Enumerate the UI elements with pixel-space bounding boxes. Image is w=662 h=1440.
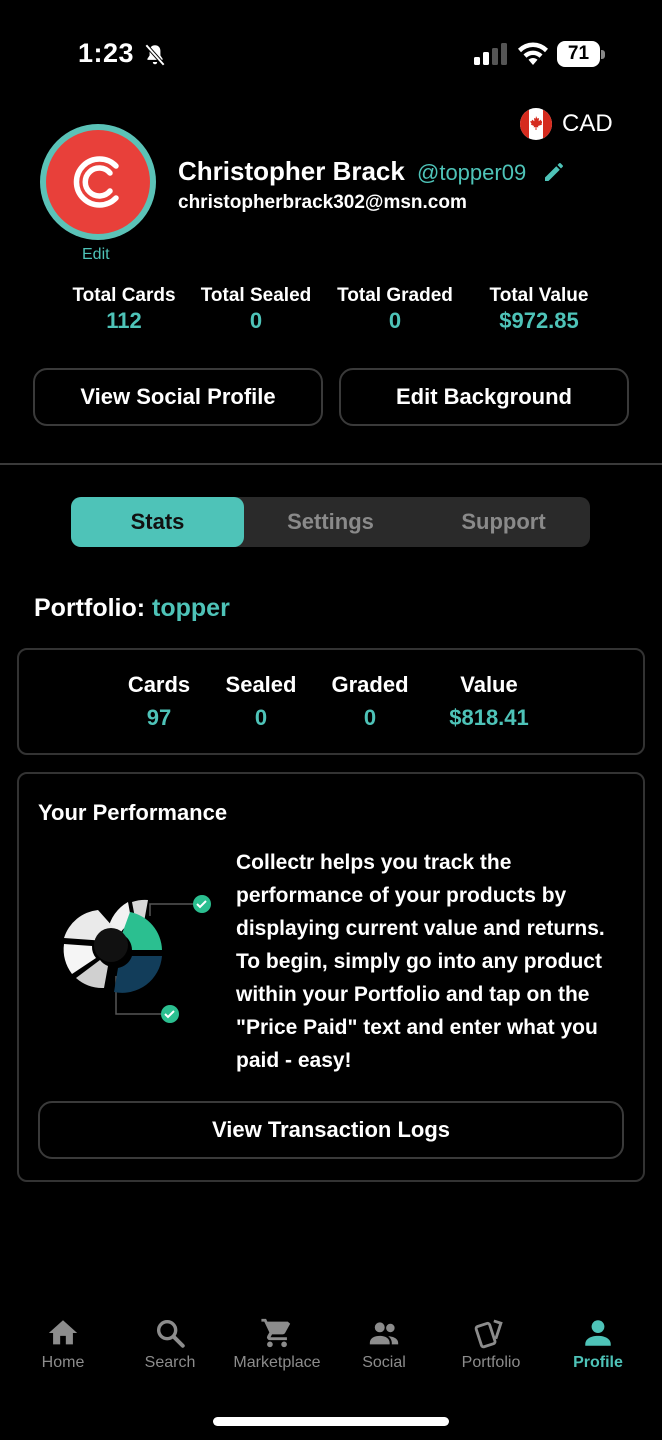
cart-icon — [261, 1318, 291, 1348]
stat-value: $818.41 — [449, 705, 529, 730]
bell-muted-icon — [144, 43, 166, 67]
profile-tabs: Stats Settings Support — [71, 497, 590, 547]
total-cards: Total Cards 112 — [72, 285, 176, 334]
stat-label: Total Cards — [72, 285, 176, 306]
portfolio-sealed: Sealed 0 — [220, 672, 302, 731]
cellular-signal-icon — [474, 43, 507, 65]
stat-value: 0 — [249, 308, 263, 333]
portfolio-name[interactable]: topper — [152, 594, 230, 622]
portfolio-title: Portfolio: topper — [34, 594, 230, 623]
battery-icon: 71 — [557, 41, 605, 67]
portfolio-title-prefix: Portfolio: — [34, 594, 146, 622]
performance-description: Collectr helps you track the performance… — [236, 851, 605, 1072]
portfolio-graded: Graded 0 — [324, 672, 416, 731]
performance-title: Your Performance — [38, 800, 228, 825]
stat-label: Total Sealed — [200, 285, 312, 306]
bottom-nav: Home Search Marketplace Social Portfolio… — [0, 1310, 662, 1390]
stat-label: Total Value — [489, 285, 589, 306]
nav-search[interactable]: Search — [115, 1310, 225, 1372]
portfolio-value: Value $818.41 — [436, 672, 542, 731]
profile-email: christopherbrack302@msn.com — [178, 192, 467, 213]
total-value: Total Value $972.85 — [486, 285, 592, 334]
tab-stats[interactable]: Stats — [71, 497, 244, 547]
stat-value: 0 — [254, 705, 268, 730]
nav-label: Profile — [573, 1354, 623, 1371]
person-icon — [585, 1320, 611, 1346]
performance-donut-icon — [63, 895, 211, 1023]
nav-profile[interactable]: Profile — [543, 1310, 653, 1372]
edit-avatar-link[interactable]: Edit — [82, 246, 110, 264]
stat-label: Cards — [127, 672, 191, 697]
cards-icon — [474, 1319, 503, 1349]
nav-home[interactable]: Home — [8, 1310, 118, 1372]
nav-social[interactable]: Social — [329, 1310, 439, 1372]
view-transaction-logs-button[interactable]: View Transaction Logs — [38, 1101, 624, 1159]
currency-label: CAD — [562, 110, 613, 137]
tab-support[interactable]: Support — [417, 497, 590, 547]
collectr-logo-icon — [73, 156, 119, 208]
portfolio-cards: Cards 97 — [120, 672, 198, 731]
stat-value: 97 — [146, 705, 172, 730]
status-bar: 1:23 71 — [0, 0, 662, 100]
search-icon — [156, 1319, 185, 1348]
pencil-edit-icon[interactable] — [542, 160, 566, 184]
tab-settings[interactable]: Settings — [244, 497, 417, 547]
nav-label: Social — [362, 1354, 406, 1371]
status-time: 1:23 — [78, 38, 135, 68]
stat-label: Value — [460, 672, 518, 697]
stat-value: $972.85 — [499, 308, 579, 333]
nav-portfolio[interactable]: Portfolio — [436, 1310, 546, 1372]
total-graded: Total Graded 0 — [336, 285, 454, 334]
stat-label: Sealed — [225, 672, 297, 697]
nav-marketplace[interactable]: Marketplace — [222, 1310, 332, 1372]
stat-value: 112 — [106, 308, 142, 333]
avatar[interactable] — [40, 124, 156, 240]
currency-selector[interactable]: CAD — [520, 106, 613, 142]
nav-label: Portfolio — [461, 1354, 521, 1371]
nav-label: Marketplace — [233, 1354, 321, 1371]
stat-label: Graded — [331, 672, 409, 697]
total-sealed: Total Sealed 0 — [200, 285, 312, 334]
stat-value: 0 — [363, 705, 377, 730]
profile-handle[interactable]: @topper09 — [417, 160, 526, 186]
nav-label: Home — [41, 1354, 85, 1371]
home-icon — [48, 1320, 78, 1345]
canada-flag-icon — [520, 108, 552, 140]
stat-value: 0 — [388, 308, 402, 333]
stat-label: Total Graded — [337, 285, 453, 306]
people-icon — [369, 1322, 399, 1345]
wifi-icon — [518, 42, 548, 65]
battery-level: 71 — [557, 41, 600, 67]
divider — [0, 463, 662, 465]
edit-background-button[interactable]: Edit Background — [339, 368, 629, 426]
home-indicator[interactable] — [213, 1417, 449, 1426]
view-social-profile-button[interactable]: View Social Profile — [33, 368, 323, 426]
profile-name: Christopher Brack — [178, 156, 405, 186]
nav-label: Search — [144, 1354, 196, 1371]
